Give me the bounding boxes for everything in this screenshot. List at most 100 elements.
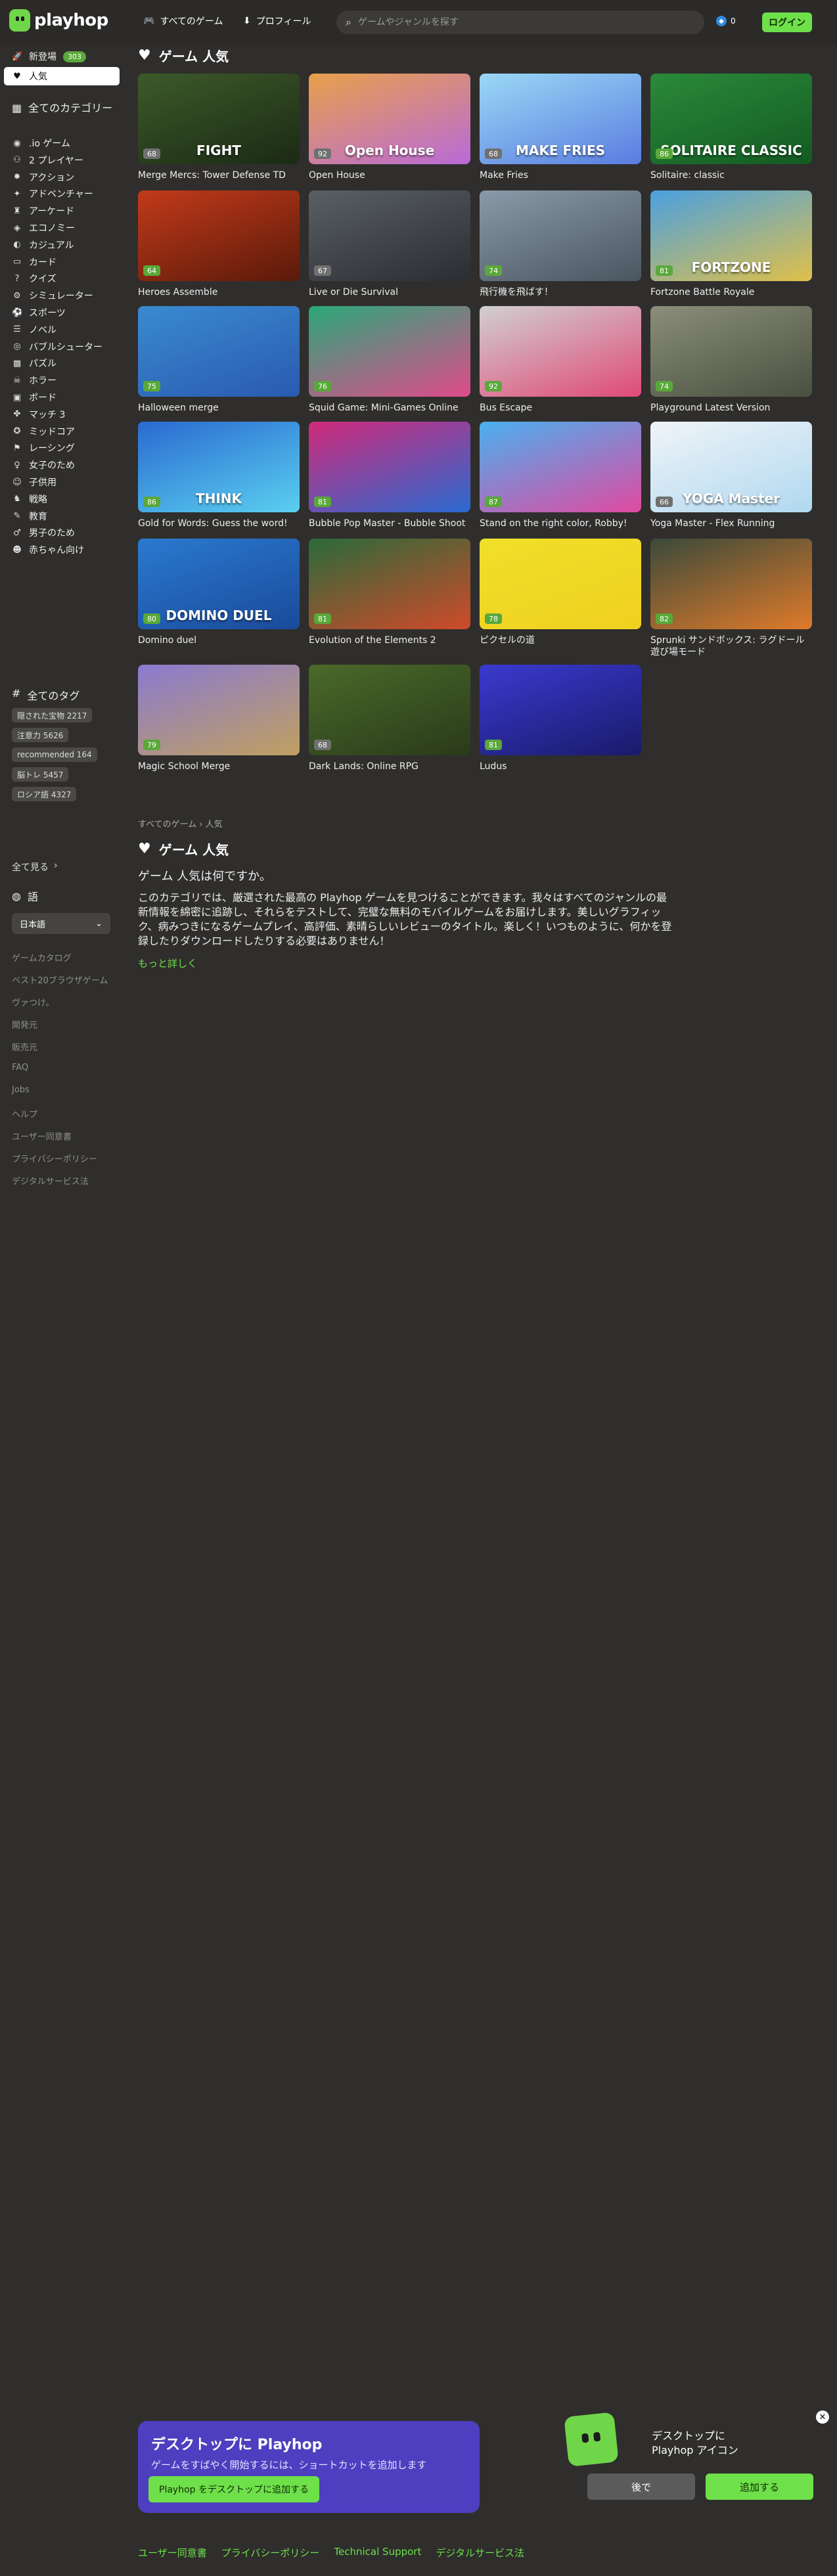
sidebar-footer-link[interactable]: 開発元 <box>12 1018 37 1031</box>
game-card[interactable]: YOGA Master 66 Yoga Master - Flex Running <box>650 422 812 529</box>
game-thumbnail[interactable]: 92 <box>480 306 641 397</box>
game-title[interactable]: ピクセルの道 <box>480 634 641 646</box>
sidebar-item-category[interactable]: ☠ ホラー <box>4 371 120 389</box>
game-title[interactable]: Yoga Master - Flex Running <box>650 518 812 529</box>
game-thumbnail[interactable]: 78 <box>480 539 641 629</box>
sidebar-item-category[interactable]: ◉ .io ゲーム <box>4 134 120 152</box>
tag-chip[interactable]: 隠された宝物 2217 <box>12 708 93 722</box>
sidebar-item-category[interactable]: ▭ カード <box>4 253 120 271</box>
sidebar-item-category[interactable]: ✪ ミッドコア <box>4 422 120 441</box>
game-card[interactable]: FORTZONE 81 Fortzone Battle Royale <box>650 190 812 298</box>
sidebar-item-category[interactable]: ♞ 戦略 <box>4 490 120 508</box>
game-card[interactable]: MAKE FRIES 68 Make Fries <box>480 74 641 181</box>
footer-link[interactable]: プライバシーポリシー <box>221 2546 320 2560</box>
game-thumbnail[interactable]: 81 <box>480 665 641 755</box>
game-card[interactable]: 81 Evolution of the Elements 2 <box>309 539 470 646</box>
game-thumbnail[interactable]: 87 <box>480 422 641 512</box>
sidebar-item-new[interactable]: 🚀 新登場 303 <box>4 47 120 66</box>
game-thumbnail[interactable]: 64 <box>138 190 300 281</box>
game-card[interactable]: 79 Magic School Merge <box>138 665 300 772</box>
game-title[interactable]: Solitaire: classic <box>650 169 812 181</box>
game-title[interactable]: Live or Die Survival <box>309 286 470 298</box>
game-thumbnail[interactable]: DOMINO DUEL 80 <box>138 539 300 629</box>
sidebar-item-category[interactable]: ? クイズ <box>4 269 120 288</box>
game-card[interactable]: Open House 92 Open House <box>309 74 470 181</box>
sidebar-footer-link[interactable]: 販売元 <box>12 1040 37 1053</box>
game-title[interactable]: Bubble Pop Master - Bubble Shoot <box>309 518 470 529</box>
game-thumbnail[interactable]: 81 <box>309 539 470 629</box>
game-card[interactable]: 82 Sprunki サンドボックス: ラグドール遊び場モード <box>650 539 812 658</box>
sidebar-item-category[interactable]: ♂ 男子のため <box>4 523 120 542</box>
game-thumbnail[interactable]: 82 <box>650 539 812 629</box>
game-card[interactable]: 81 Bubble Pop Master - Bubble Shoot <box>309 422 470 529</box>
game-card[interactable]: 81 Ludus <box>480 665 641 772</box>
game-title[interactable]: Heroes Assemble <box>138 286 300 298</box>
sidebar-footer-link[interactable]: ゲームカタログ <box>12 951 72 964</box>
add-to-desktop-button[interactable]: Playhop をデスクトップに追加する <box>148 2476 319 2502</box>
game-thumbnail[interactable]: FORTZONE 81 <box>650 190 812 281</box>
sidebar-item-category[interactable]: ▣ ボード <box>4 388 120 407</box>
game-card[interactable]: 92 Bus Escape <box>480 306 641 414</box>
game-thumbnail[interactable]: 81 <box>309 422 470 512</box>
game-title[interactable]: Bus Escape <box>480 402 641 414</box>
game-card[interactable]: 67 Live or Die Survival <box>309 190 470 298</box>
game-card[interactable]: DOMINO DUEL 80 Domino duel <box>138 539 300 646</box>
close-icon[interactable]: ✕ <box>816 2410 829 2424</box>
tag-chip[interactable]: ロシア語 4327 <box>12 787 77 801</box>
game-card[interactable]: 87 Stand on the right color, Robby! <box>480 422 641 529</box>
sidebar-item-category[interactable]: ♜ アーケード <box>4 202 120 220</box>
sidebar-item-category[interactable]: ⚙ シミュレーター <box>4 286 120 305</box>
game-title[interactable]: Sprunki サンドボックス: ラグドール遊び場モード <box>650 634 812 658</box>
language-select[interactable]: 日本語 ⌄ <box>12 913 110 934</box>
sidebar-item-category[interactable]: ⚑ レーシング <box>4 439 120 457</box>
sidebar-item-category[interactable]: ◐ カジュアル <box>4 236 120 254</box>
game-thumbnail[interactable]: Open House 92 <box>309 74 470 164</box>
game-title[interactable]: Fortzone Battle Royale <box>650 286 812 298</box>
sidebar-item-category[interactable]: ✤ マッチ 3 <box>4 405 120 424</box>
sidebar-item-popular[interactable]: ♥ 人気 <box>4 67 120 85</box>
footer-link[interactable]: デジタルサービス法 <box>436 2546 524 2560</box>
sidebar-item-category[interactable]: ✦ アドベンチャー <box>4 185 120 203</box>
game-card[interactable]: 74 Playground Latest Version <box>650 306 812 414</box>
sidebar-footer-link[interactable]: ベスト20ブラウザゲーム <box>12 973 108 986</box>
footer-link[interactable]: ユーザー同意書 <box>138 2546 207 2560</box>
profile-link[interactable]: ⬇ プロフィール <box>243 14 311 28</box>
game-thumbnail[interactable]: THINK 86 <box>138 422 300 512</box>
sidebar-footer-link[interactable]: デジタルサービス法 <box>12 1174 89 1187</box>
sidebar-item-category[interactable]: ◈ エコノミー <box>4 219 120 237</box>
sidebar-item-category[interactable]: ✸ アクション <box>4 168 120 187</box>
game-thumbnail[interactable]: 67 <box>309 190 470 281</box>
game-thumbnail[interactable]: 75 <box>138 306 300 397</box>
game-title[interactable]: Playground Latest Version <box>650 402 812 414</box>
footer-link[interactable]: Technical Support <box>334 2546 421 2560</box>
game-thumbnail[interactable]: SOLITAIRE CLASSIC 86 <box>650 74 812 164</box>
sidebar-item-category[interactable]: ✎ 教育 <box>4 507 120 525</box>
game-title[interactable]: 飛行機を飛ばす！ <box>480 286 641 298</box>
game-thumbnail[interactable]: FIGHT 68 <box>138 74 300 164</box>
game-card[interactable]: 74 飛行機を飛ばす！ <box>480 190 641 298</box>
game-card[interactable]: 68 Dark Lands: Online RPG <box>309 665 470 772</box>
tag-chip[interactable]: recommended 164 <box>12 747 97 762</box>
login-button[interactable]: ログイン <box>762 12 812 32</box>
all-tags-heading[interactable]: # 全てのタグ <box>12 687 79 703</box>
search-input[interactable] <box>357 17 673 28</box>
sidebar-item-category[interactable]: ◎ バブルシューター <box>4 338 120 356</box>
sidebar-footer-link[interactable]: ユーザー同意書 <box>12 1130 72 1142</box>
game-card[interactable]: 64 Heroes Assemble <box>138 190 300 298</box>
game-thumbnail[interactable]: 74 <box>650 306 812 397</box>
playhop-logo[interactable]: playhop <box>9 9 108 32</box>
sidebar-item-category[interactable]: ♀ 女子のため <box>4 456 120 474</box>
game-card[interactable]: FIGHT 68 Merge Mercs: Tower Defense TD <box>138 74 300 181</box>
game-title[interactable]: Ludus <box>480 761 641 772</box>
sidebar-footer-link[interactable]: FAQ <box>12 1063 28 1073</box>
game-title[interactable]: Squid Game: Mini-Games Online <box>309 402 470 414</box>
game-card[interactable]: SOLITAIRE CLASSIC 86 Solitaire: classic <box>650 74 812 181</box>
game-title[interactable]: Open House <box>309 169 470 181</box>
game-thumbnail[interactable]: 74 <box>480 190 641 281</box>
read-more-link[interactable]: もっと詳しく <box>138 956 197 970</box>
add-button[interactable]: 追加する <box>706 2474 813 2500</box>
game-title[interactable]: Magic School Merge <box>138 761 300 772</box>
sidebar-footer-link[interactable]: Jobs <box>12 1085 30 1095</box>
sidebar-footer-link[interactable]: ヴァつけ。 <box>12 996 54 1008</box>
all-categories-heading[interactable]: ▦ 全てのカテゴリー <box>4 101 120 115</box>
